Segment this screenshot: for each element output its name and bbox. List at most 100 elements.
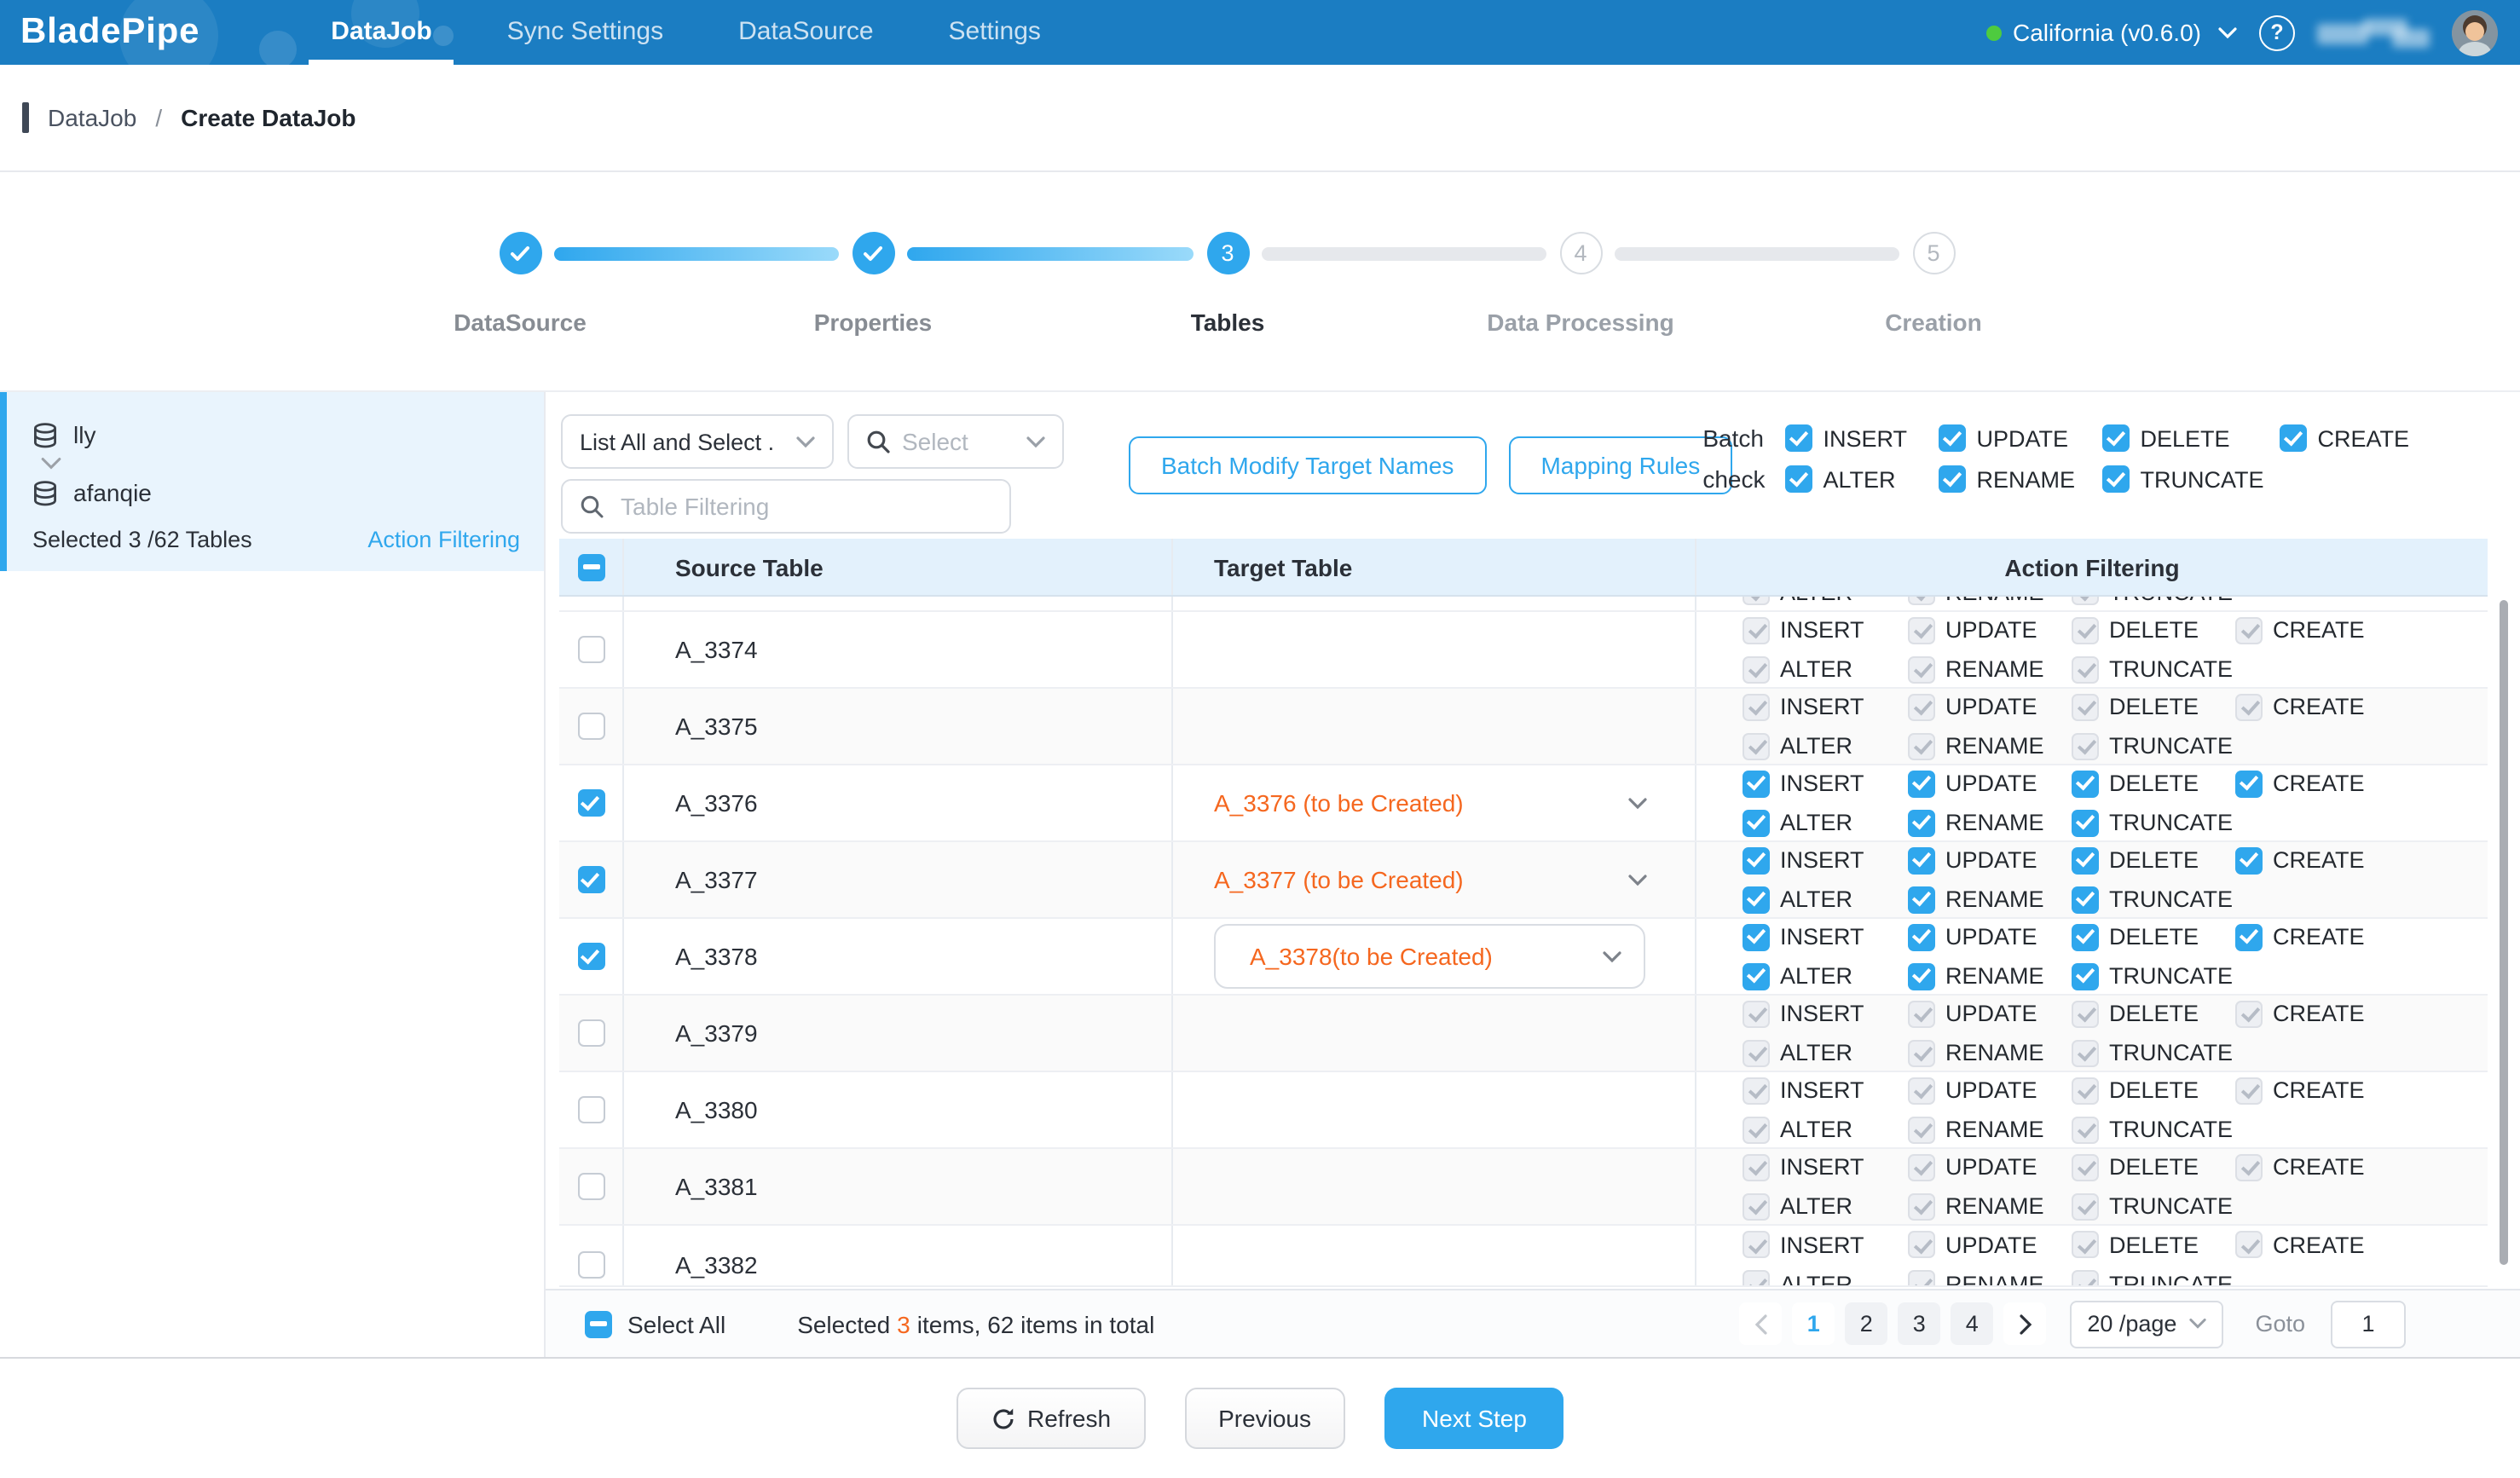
environment-selector[interactable]: California (v0.6.0) (1985, 19, 2237, 46)
action-checkbox-delete[interactable] (2072, 770, 2099, 797)
row-checkbox[interactable] (577, 789, 604, 817)
action-checkbox-rename[interactable] (1908, 886, 1935, 913)
select-all-header-checkbox[interactable] (577, 553, 604, 580)
action-checkbox-update (1908, 1231, 1935, 1258)
source-table-cell: A_3379 (624, 996, 1173, 1071)
action-checkbox-create[interactable] (2280, 424, 2307, 452)
row-checkbox[interactable] (577, 943, 604, 970)
action-item-create: CREATE (2235, 1077, 2365, 1104)
action-checkbox-truncate[interactable] (2072, 809, 2099, 836)
nav-item-datasource[interactable]: DataSource (713, 0, 899, 65)
page-button-4[interactable]: 4 (1951, 1302, 1993, 1345)
action-filtering-cell: INSERTUPDATEDELETECREATEALTERRENAMETRUNC… (1696, 612, 2488, 687)
nav-item-settings[interactable]: Settings (923, 0, 1066, 65)
action-checkbox-alter[interactable] (1743, 962, 1770, 990)
action-item-rename: RENAME (1908, 809, 2072, 836)
action-checkbox-delete[interactable] (2072, 923, 2099, 950)
action-checkbox-truncate[interactable] (2072, 886, 2099, 913)
action-checkbox-create[interactable] (2235, 846, 2263, 874)
chevron-down-icon[interactable] (1628, 874, 1647, 886)
page-button-1[interactable]: 1 (1792, 1302, 1835, 1345)
nav-item-datajob[interactable]: DataJob (305, 0, 457, 65)
action-item-rename: RENAME (1908, 962, 2072, 990)
topbar-right: California (v0.6.0) ? (1985, 9, 2498, 55)
action-label: UPDATE (1976, 425, 2068, 451)
row-checkbox[interactable] (577, 713, 604, 740)
help-icon[interactable]: ? (2259, 14, 2295, 50)
action-checkbox-insert (1743, 1077, 1770, 1104)
prev-page-button[interactable] (1739, 1302, 1782, 1345)
chevron-down-icon[interactable] (1603, 950, 1621, 962)
table-filter-input[interactable] (617, 491, 992, 522)
action-checkbox-truncate[interactable] (2072, 962, 2099, 990)
action-checkbox-delete[interactable] (2072, 846, 2099, 874)
source-table-cell: A_3380 (624, 1072, 1173, 1147)
column-select[interactable]: Select (847, 414, 1064, 469)
action-checkbox-insert[interactable] (1743, 923, 1770, 950)
chevron-down-icon[interactable] (1628, 797, 1647, 809)
action-label: DELETE (2109, 1077, 2199, 1103)
action-checkbox-insert[interactable] (1785, 424, 1812, 452)
brand-logo: BladePipe (20, 12, 199, 53)
action-checkbox-alter (1743, 655, 1770, 683)
row-checkbox[interactable] (577, 1019, 604, 1047)
search-icon (866, 430, 890, 453)
row-checkbox[interactable] (577, 1173, 604, 1200)
action-checkbox-alter[interactable] (1743, 886, 1770, 913)
user-avatar[interactable] (2452, 9, 2498, 55)
row-checkbox[interactable] (577, 866, 604, 893)
breadcrumb-parent[interactable]: DataJob (48, 104, 136, 131)
action-checkbox-rename[interactable] (1908, 962, 1935, 990)
refresh-button[interactable]: Refresh (956, 1388, 1145, 1449)
select-all-checkbox[interactable] (585, 1310, 612, 1337)
list-mode-select[interactable]: List All and Select ... (561, 414, 834, 469)
target-table-cell: A_3376 (to be Created) (1173, 765, 1696, 840)
action-checkbox-update[interactable] (1908, 923, 1935, 950)
action-filtering-link[interactable]: Action Filtering (367, 527, 520, 552)
action-checkbox-rename[interactable] (1939, 465, 1966, 493)
table-scrollbar-thumb[interactable] (2500, 600, 2508, 1265)
action-checkbox-create[interactable] (2235, 923, 2263, 950)
goto-page-input[interactable] (2331, 1300, 2406, 1348)
action-checkbox-insert[interactable] (1743, 846, 1770, 874)
previous-button[interactable]: Previous (1184, 1388, 1345, 1449)
page-size-value: 20 /page (2087, 1311, 2176, 1337)
page-button-3[interactable]: 3 (1898, 1302, 1940, 1345)
source-table-cell: A_3381 (624, 1149, 1173, 1224)
next-step-button[interactable]: Next Step (1384, 1388, 1564, 1449)
action-checkbox-truncate[interactable] (2102, 465, 2130, 493)
action-checkbox-insert (1743, 616, 1770, 644)
step-progress-bar (554, 247, 839, 261)
action-item-update: UPDATE (1908, 616, 2072, 644)
action-checkbox-delete[interactable] (2102, 424, 2130, 452)
source-table-name: A_3376 (675, 789, 758, 817)
sidebar-item-db-pair[interactable]: lly afanqie Selected 3 /62 Tables Action… (0, 392, 544, 571)
batch-modify-target-names-button[interactable]: Batch Modify Target Names (1129, 436, 1486, 494)
nav-item-sync-settings[interactable]: Sync Settings (482, 0, 689, 65)
page-size-select[interactable]: 20 /page (2070, 1300, 2222, 1348)
action-label: ALTER (1780, 733, 1852, 759)
next-page-button[interactable] (2003, 1302, 2046, 1345)
action-checkbox-insert (1743, 693, 1770, 720)
action-checkbox-rename[interactable] (1908, 809, 1935, 836)
target-table-cell: A_3377 (to be Created) (1173, 842, 1696, 917)
target-table-select[interactable]: A_3378(to be Created) (1214, 924, 1645, 989)
action-item-create: CREATE (2235, 1153, 2365, 1181)
action-label: CREATE (2273, 1232, 2365, 1257)
action-checkbox-update[interactable] (1908, 846, 1935, 874)
action-checkbox-create[interactable] (2235, 770, 2263, 797)
action-checkbox-alter[interactable] (1785, 465, 1812, 493)
step-label-tables: Tables (1083, 309, 1373, 336)
page-button-2[interactable]: 2 (1845, 1302, 1887, 1345)
row-checkbox[interactable] (577, 1250, 604, 1278)
step-label-properties: Properties (728, 309, 1018, 336)
action-checkbox-update[interactable] (1939, 424, 1966, 452)
action-checkbox-update[interactable] (1908, 770, 1935, 797)
action-filtering-grid: INSERTUPDATEDELETECREATEALTERRENAMETRUNC… (1743, 923, 2365, 990)
action-checkbox-alter[interactable] (1743, 809, 1770, 836)
mapping-rules-button[interactable]: Mapping Rules (1508, 436, 1732, 494)
action-item-rename: RENAME (1908, 655, 2072, 683)
row-checkbox[interactable] (577, 636, 604, 663)
action-checkbox-insert[interactable] (1743, 770, 1770, 797)
row-checkbox[interactable] (577, 1096, 604, 1123)
